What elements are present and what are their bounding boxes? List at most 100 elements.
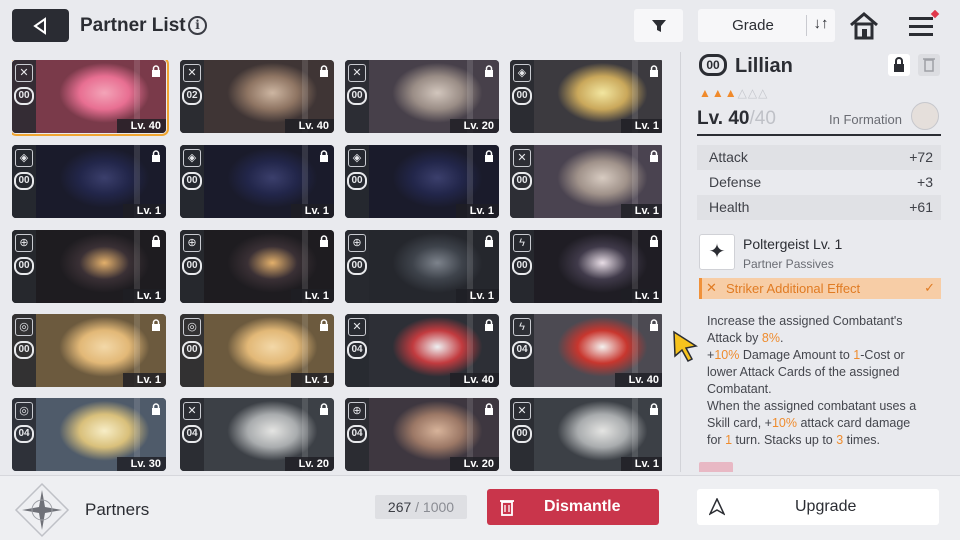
dismantle-label: Dismantle [544, 498, 621, 515]
desc-line: Combatant. [707, 382, 772, 396]
partner-card[interactable]: ✕ 00 Lv. 20 [345, 60, 499, 133]
passive-name: Poltergeist Lv. 1 [743, 236, 843, 252]
bolt-icon: ϟ [513, 234, 531, 252]
lock-icon [485, 235, 493, 247]
partner-card[interactable]: ◈ 00 Lv. 1 [510, 60, 662, 133]
stat-value: +72 [909, 149, 933, 165]
partner-card[interactable]: ⊕ 04 Lv. 20 [345, 398, 499, 471]
rank-badge: 04 [347, 341, 367, 359]
level-display: Lv. 40/40 [697, 108, 776, 130]
partner-card[interactable]: ⊕ 00 Lv. 1 [180, 230, 334, 303]
home-button[interactable] [848, 10, 880, 42]
upgrade-label: Upgrade [795, 498, 857, 515]
lock-icon [320, 150, 328, 162]
lock-icon [152, 403, 160, 415]
menu-button[interactable] [906, 9, 940, 42]
divider [806, 15, 807, 36]
partner-count: 267 / 1000 [375, 495, 467, 519]
partner-card[interactable]: ϟ 00 Lv. 1 [510, 230, 662, 303]
partner-detail-panel: 00 Lillian ▲▲▲△△△ Lv. 40/40 In Formation… [680, 52, 960, 472]
partner-card[interactable]: ◎ 00 Lv. 1 [180, 314, 334, 387]
partner-card[interactable]: ✕ 00 Lv. 1 [510, 398, 662, 471]
lock-icon [320, 319, 328, 331]
partner-card[interactable]: ✕ 00 Lv. 40 [12, 60, 169, 136]
lock-icon [650, 319, 658, 331]
partner-card[interactable]: ϟ 04 Lv. 40 [510, 314, 662, 387]
partner-grid: ✕ 00 Lv. 40 ✕ 02 Lv. 40 ✕ 00 Lv. 20 ◈ 00 Lv. 1 ◈ 00 Lv… [12, 60, 662, 472]
partner-card[interactable]: ◈ 00 Lv. 1 [180, 145, 334, 218]
info-icon[interactable]: i [188, 16, 207, 35]
desc-line: for 1 turn. Stacks up to 3 times. [707, 433, 880, 447]
upgrade-button[interactable]: Upgrade [697, 489, 939, 525]
partner-card[interactable]: ✕ 04 Lv. 40 [345, 314, 499, 387]
sort-order-icon[interactable]: ↓↑ [810, 15, 832, 32]
filter-icon [651, 19, 666, 32]
star-icon: ▲ [724, 86, 738, 100]
circle-icon: ◎ [15, 402, 33, 420]
star-icon: ▲ [699, 86, 712, 100]
level-label: Lv. 1 [122, 373, 166, 387]
partner-card[interactable]: ✕ 02 Lv. 40 [180, 60, 334, 133]
lock-icon [650, 150, 658, 162]
level-label: Lv. 20 [284, 457, 334, 471]
dismantle-button[interactable]: Dismantle [487, 489, 659, 525]
rank-badge: 04 [182, 425, 202, 443]
lock-icon [152, 150, 160, 162]
partner-card[interactable]: ⊕ 00 Lv. 1 [12, 230, 166, 303]
next-passive-peek[interactable] [699, 462, 941, 472]
partner-card[interactable]: ◈ 00 Lv. 1 [345, 145, 499, 218]
sword-icon: ✕ [15, 64, 33, 82]
lock-icon [485, 403, 493, 415]
level-label: Lv. 30 [116, 457, 166, 471]
striker-effect-bar[interactable]: ✕ Striker Additional Effect ✓ [699, 278, 941, 299]
partner-card[interactable]: ✕ 04 Lv. 20 [180, 398, 334, 471]
shield-icon: ◈ [348, 149, 366, 167]
level-label: Lv. 20 [449, 457, 499, 471]
level-label: Lv. 20 [449, 119, 499, 133]
bolt-icon: ϟ [513, 318, 531, 336]
circle-icon: ◎ [183, 318, 201, 336]
lock-icon [320, 235, 328, 247]
level-label: Lv. 1 [620, 204, 662, 218]
star-icon: △ [737, 86, 748, 100]
partner-card[interactable]: ◈ 00 Lv. 1 [12, 145, 166, 218]
partner-card[interactable]: ◎ 00 Lv. 1 [12, 314, 166, 387]
level-label: Lv. 40 [449, 373, 499, 387]
stat-name: Health [709, 199, 750, 215]
partner-card[interactable]: ◎ 04 Lv. 30 [12, 398, 166, 471]
desc-line: Increase the assigned Combatant's [707, 314, 903, 328]
desc-line: Skill card, +10% attack card damage [707, 416, 911, 430]
sword-icon: ✕ [183, 402, 201, 420]
rank-badge: 00 [14, 87, 34, 105]
rank-badge: 00 [699, 54, 727, 76]
rank-badge: 00 [347, 257, 367, 275]
compass-emblem-icon [14, 482, 70, 538]
level-label: Lv. 40 [614, 373, 662, 387]
partner-card[interactable]: ✕ 00 Lv. 1 [510, 145, 662, 218]
lock-icon [894, 57, 904, 72]
passive-type: Partner Passives [743, 257, 834, 271]
formation-avatar[interactable] [911, 102, 939, 130]
rank-badge: 04 [347, 425, 367, 443]
stat-value: +3 [917, 174, 933, 190]
rank-badge: 00 [182, 172, 202, 190]
desc-line: +10% Damage Amount to 1-Cost or [707, 348, 905, 362]
rank-badge: 00 [14, 257, 34, 275]
passive-description: Increase the assigned Combatant's Attack… [707, 313, 943, 449]
lock-button[interactable] [888, 54, 910, 76]
level-label: Lv. 1 [290, 204, 334, 218]
sword-icon: ✕ [348, 318, 366, 336]
level-label: Lv. 1 [290, 289, 334, 303]
passive-star-icon[interactable]: ✦ [699, 234, 735, 270]
level-label: Lv. 1 [455, 204, 499, 218]
back-button[interactable] [12, 9, 69, 42]
sort-grade-button[interactable]: Grade ↓↑ [698, 9, 835, 42]
target-icon: ⊕ [348, 234, 366, 252]
lock-icon [485, 319, 493, 331]
desc-line: Attack by 8%. [707, 331, 784, 345]
stat-name: Defense [709, 174, 762, 190]
crossed-swords-icon: ✕ [706, 280, 717, 295]
discard-button[interactable] [918, 54, 940, 76]
filter-button[interactable] [634, 9, 683, 42]
partner-card[interactable]: ⊕ 00 Lv. 1 [345, 230, 499, 303]
